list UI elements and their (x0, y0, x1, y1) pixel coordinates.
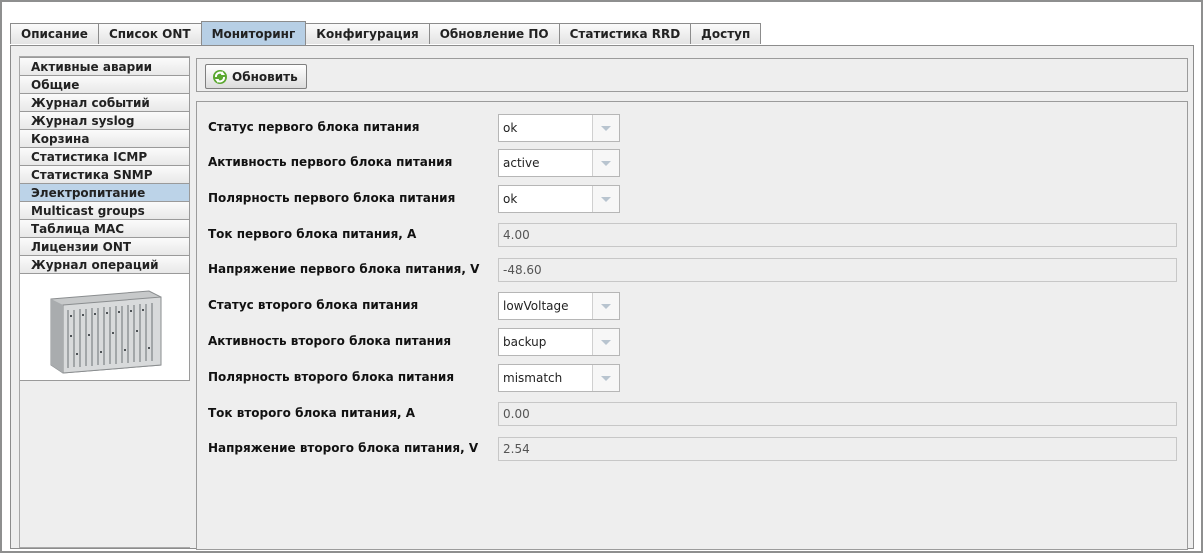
psu2-voltage-value: 2.54 (503, 442, 530, 456)
chevron-down-icon (601, 376, 611, 381)
sidebar-item-mac-table[interactable]: Таблица MAC (20, 219, 190, 238)
tab-configuration[interactable]: Конфигурация (305, 23, 430, 44)
dropdown-button[interactable] (592, 115, 619, 141)
psu2-voltage-row: Напряжение второго блока питания, V 2.54 (208, 435, 1178, 463)
psu1-status-row: Статус первого блока питания ok (208, 114, 1178, 142)
psu1-polarity-value: ok (503, 192, 518, 206)
psu1-status-label: Статус первого блока питания (208, 120, 420, 134)
psu2-polarity-row: Полярность второго блока питания mismatc… (208, 364, 1178, 392)
sidebar-item-snmp-statistics[interactable]: Статистика SNMP (20, 165, 190, 184)
sidebar-item-general[interactable]: Общие (20, 75, 190, 94)
psu2-activity-select[interactable]: backup (498, 328, 620, 356)
psu1-status-select[interactable]: ok (498, 114, 620, 142)
dropdown-button[interactable] (592, 293, 619, 319)
psu2-activity-label: Активность второго блока питания (208, 334, 452, 348)
tab-ont-list[interactable]: Список ONT (97, 23, 202, 44)
dropdown-button[interactable] (592, 365, 619, 391)
sidebar-item-operations-log[interactable]: Журнал операций (20, 255, 190, 274)
psu1-voltage-field[interactable]: -48.60 (498, 258, 1177, 282)
psu1-status-value: ok (503, 121, 518, 135)
main-tabs: Описание Список ONT Мониторинг Конфигура… (10, 21, 762, 45)
chevron-down-icon (601, 340, 611, 345)
tab-firmware-update[interactable]: Обновление ПО (428, 23, 560, 44)
psu2-activity-row: Активность второго блока питания backup (208, 328, 1178, 356)
psu2-current-label: Ток второго блока питания, А (208, 406, 416, 420)
psu2-current-field[interactable]: 0.00 (498, 402, 1177, 426)
psu1-current-label: Ток первого блока питания, А (208, 227, 417, 241)
psu2-status-label: Статус второго блока питания (208, 298, 419, 312)
psu2-status-select[interactable]: lowVoltage (498, 292, 620, 320)
sidebar-item-syslog[interactable]: Журнал syslog (20, 111, 190, 130)
sidebar-item-active-alarms[interactable]: Активные аварии (20, 57, 190, 76)
sidebar-item-power-supply[interactable]: Электропитание (20, 183, 190, 202)
psu1-activity-row: Активность первого блока питания active (208, 149, 1178, 177)
psu2-voltage-field[interactable]: 2.54 (498, 437, 1177, 461)
psu1-polarity-select[interactable]: ok (498, 185, 620, 213)
chevron-down-icon (601, 304, 611, 309)
psu2-polarity-label: Полярность второго блока питания (208, 370, 455, 384)
chevron-down-icon (601, 126, 611, 131)
psu1-activity-label: Активность первого блока питания (208, 155, 453, 169)
psu1-activity-value: active (503, 156, 540, 170)
chevron-down-icon (601, 161, 611, 166)
device-image-box (20, 273, 190, 381)
window-frame: Описание Список ONT Мониторинг Конфигура… (0, 0, 1203, 553)
psu2-voltage-label: Напряжение второго блока питания, V (208, 441, 479, 455)
sidebar-item-multicast-groups[interactable]: Multicast groups (20, 201, 190, 220)
psu2-status-row: Статус второго блока питания lowVoltage (208, 292, 1178, 320)
psu1-voltage-value: -48.60 (503, 263, 542, 277)
psu1-activity-select[interactable]: active (498, 149, 620, 177)
dropdown-button[interactable] (592, 150, 619, 176)
sidebar-item-trash[interactable]: Корзина (20, 129, 190, 148)
sidebar: Активные аварии Общие Журнал событий Жур… (19, 56, 190, 548)
psu2-status-value: lowVoltage (503, 299, 569, 313)
psu1-voltage-label: Напряжение первого блока питания, V (208, 262, 480, 276)
power-panel: Обновить Статус первого блока питания ok… (196, 58, 1188, 550)
psu1-voltage-row: Напряжение первого блока питания, V -48.… (208, 256, 1178, 284)
device-chassis-image (50, 290, 162, 374)
refresh-button[interactable]: Обновить (205, 64, 307, 89)
sidebar-item-icmp-statistics[interactable]: Статистика ICMP (20, 147, 190, 166)
sidebar-item-ont-licenses[interactable]: Лицензии ONT (20, 237, 190, 256)
dropdown-button[interactable] (592, 186, 619, 212)
chevron-down-icon (601, 197, 611, 202)
psu1-current-field[interactable]: 4.00 (498, 223, 1177, 247)
refresh-label: Обновить (232, 69, 298, 84)
tab-monitoring[interactable]: Мониторинг (200, 21, 307, 45)
power-fields-panel: Статус первого блока питания ok Активнос… (196, 101, 1188, 550)
psu2-activity-value: backup (503, 335, 547, 349)
psu1-polarity-label: Полярность первого блока питания (208, 191, 456, 205)
monitoring-content: Активные аварии Общие Журнал событий Жур… (10, 45, 1194, 550)
psu2-current-row: Ток второго блока питания, А 0.00 (208, 400, 1178, 428)
psu1-current-value: 4.00 (503, 228, 530, 242)
toolbar: Обновить (196, 58, 1188, 92)
sidebar-item-event-log[interactable]: Журнал событий (20, 93, 190, 112)
psu1-polarity-row: Полярность первого блока питания ok (208, 185, 1178, 213)
psu2-current-value: 0.00 (503, 407, 530, 421)
tab-description[interactable]: Описание (10, 23, 99, 44)
tab-access[interactable]: Доступ (690, 23, 762, 44)
psu2-polarity-value: mismatch (503, 371, 563, 385)
psu1-current-row: Ток первого блока питания, А 4.00 (208, 221, 1178, 249)
psu2-polarity-select[interactable]: mismatch (498, 364, 620, 392)
refresh-icon (213, 69, 227, 84)
dropdown-button[interactable] (592, 329, 619, 355)
tab-rrd-statistics[interactable]: Статистика RRD (558, 23, 692, 44)
